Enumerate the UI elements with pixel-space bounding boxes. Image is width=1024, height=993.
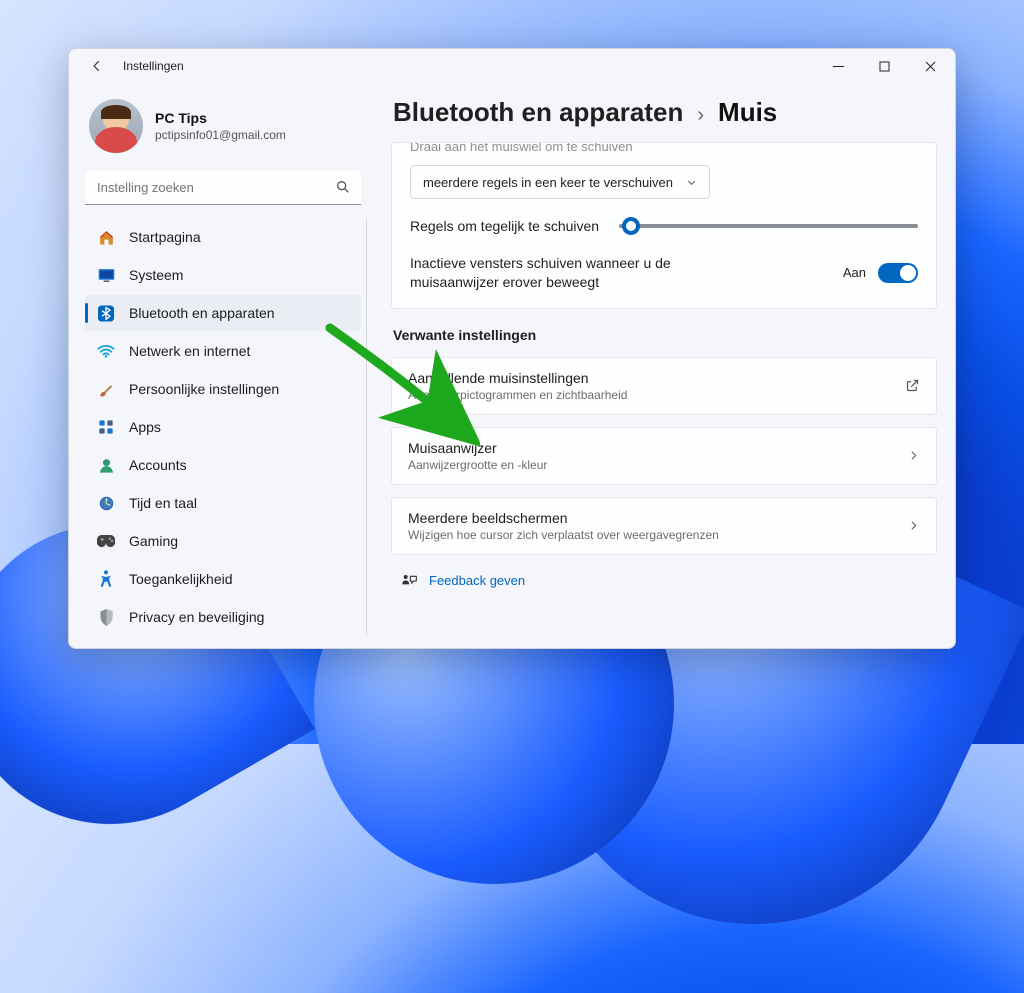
sidebar-item-system[interactable]: Systeem: [85, 257, 361, 293]
link-multiple-displays[interactable]: Meerdere beeldschermen Wijzigen hoe curs…: [391, 497, 937, 555]
sidebar-item-network[interactable]: Netwerk en internet: [85, 333, 361, 369]
chevron-right-icon: [907, 519, 920, 532]
sidebar-item-accessibility[interactable]: Toegankelijkheid: [85, 561, 361, 597]
dropdown-value: meerdere regels in een keer te verschuiv…: [423, 175, 673, 190]
sidebar-item-label: Toegankelijkheid: [129, 571, 233, 587]
close-button[interactable]: [907, 50, 953, 82]
chevron-right-icon: [907, 449, 920, 462]
link-card-subtitle: Wijzigen hoe cursor zich verplaatst over…: [408, 528, 719, 542]
lines-to-scroll-label: Regels om tegelijk te schuiven: [410, 217, 599, 236]
sidebar-item-bluetooth[interactable]: Bluetooth en apparaten: [85, 295, 361, 331]
link-additional-mouse-settings[interactable]: Aanvullende muisinstellingen Aanwijzerpi…: [391, 357, 937, 415]
sidebar-item-label: Startpagina: [129, 229, 201, 245]
clock-icon: [97, 494, 115, 512]
breadcrumb-current: Muis: [718, 97, 777, 128]
main-content: Bluetooth en apparaten › Muis Draai aan …: [373, 83, 955, 648]
feedback-link[interactable]: Feedback geven: [429, 573, 525, 588]
system-icon: [97, 266, 115, 284]
accessibility-icon: [97, 570, 115, 588]
search-icon: [335, 179, 351, 195]
bluetooth-icon: [97, 304, 115, 322]
inactive-scroll-toggle[interactable]: [878, 263, 918, 283]
avatar: [89, 99, 143, 153]
settings-window: Instellingen PC Tips pctipsinfo01@gmail.…: [68, 48, 956, 649]
sidebar-item-gaming[interactable]: Gaming: [85, 523, 361, 559]
gaming-icon: [97, 532, 115, 550]
minimize-button[interactable]: [815, 50, 861, 82]
sidebar-item-label: Netwerk en internet: [129, 343, 250, 359]
chevron-right-icon: ›: [697, 104, 704, 127]
apps-icon: [97, 418, 115, 436]
feedback-row[interactable]: Feedback geven: [391, 567, 937, 589]
sidebar-item-label: Accounts: [129, 457, 187, 473]
sidebar-item-label: Apps: [129, 419, 161, 435]
link-card-subtitle: Aanwijzergrootte en -kleur: [408, 458, 547, 472]
window-title: Instellingen: [123, 59, 184, 73]
scroll-settings-card: Draai aan het muiswiel om te schuiven me…: [391, 142, 937, 309]
sidebar-item-accounts[interactable]: Accounts: [85, 447, 361, 483]
link-mouse-pointer[interactable]: Muisaanwijzer Aanwijzergrootte en -kleur: [391, 427, 937, 485]
open-external-icon: [905, 378, 920, 393]
brush-icon: [97, 380, 115, 398]
sidebar-item-label: Systeem: [129, 267, 183, 283]
sidebar: PC Tips pctipsinfo01@gmail.com Startpagi…: [69, 83, 373, 648]
wifi-icon: [97, 342, 115, 360]
sidebar-item-personalization[interactable]: Persoonlijke instellingen: [85, 371, 361, 407]
titlebar: Instellingen: [69, 49, 955, 83]
sidebar-item-label: Privacy en beveiliging: [129, 609, 264, 625]
breadcrumb: Bluetooth en apparaten › Muis: [391, 93, 937, 142]
sidebar-item-label: Tijd en taal: [129, 495, 197, 511]
search-field[interactable]: [85, 171, 361, 205]
account-email: pctipsinfo01@gmail.com: [155, 128, 286, 142]
sidebar-item-home[interactable]: Startpagina: [85, 219, 361, 255]
sidebar-item-label: Bluetooth en apparaten: [129, 305, 275, 321]
link-card-title: Meerdere beeldschermen: [408, 510, 719, 526]
sidebar-item-time[interactable]: Tijd en taal: [85, 485, 361, 521]
account-name: PC Tips: [155, 110, 286, 126]
search-input[interactable]: [85, 171, 361, 205]
toggle-state-text: Aan: [843, 265, 866, 280]
sidebar-item-label: Gaming: [129, 533, 178, 549]
link-card-title: Aanvullende muisinstellingen: [408, 370, 627, 386]
link-card-title: Muisaanwijzer: [408, 440, 547, 456]
sidebar-item-apps[interactable]: Apps: [85, 409, 361, 445]
nav-list: Startpagina Systeem Bluetooth en apparat…: [85, 219, 361, 635]
sidebar-item-privacy[interactable]: Privacy en beveiliging: [85, 599, 361, 635]
breadcrumb-parent[interactable]: Bluetooth en apparaten: [393, 97, 683, 128]
shield-icon: [97, 608, 115, 626]
sidebar-item-label: Persoonlijke instellingen: [129, 381, 279, 397]
home-icon: [97, 228, 115, 246]
chevron-down-icon: [686, 177, 697, 188]
maximize-button[interactable]: [861, 50, 907, 82]
account-block[interactable]: PC Tips pctipsinfo01@gmail.com: [85, 93, 361, 167]
account-icon: [97, 456, 115, 474]
feedback-icon: [401, 573, 417, 589]
inactive-scroll-label: Inactieve vensters schuiven wanneer u de…: [410, 254, 740, 292]
scroll-wheel-dropdown[interactable]: meerdere regels in een keer te verschuiv…: [410, 165, 710, 199]
lines-slider[interactable]: [619, 224, 918, 228]
clipped-setting-label: Draai aan het muiswiel om te schuiven: [410, 143, 918, 153]
back-button[interactable]: [83, 52, 111, 80]
related-heading: Verwante instellingen: [391, 321, 937, 345]
link-card-subtitle: Aanwijzerpictogrammen en zichtbaarheid: [408, 388, 627, 402]
